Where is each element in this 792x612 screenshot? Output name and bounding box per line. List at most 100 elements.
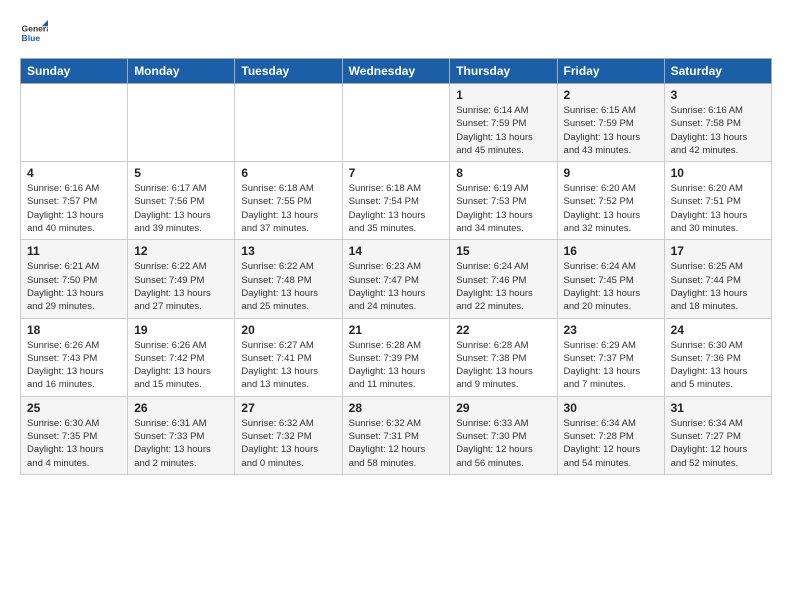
calendar-header-row: SundayMondayTuesdayWednesdayThursdayFrid… [21,59,772,84]
day-info: Sunrise: 6:28 AM Sunset: 7:38 PM Dayligh… [456,339,550,392]
calendar-cell: 26Sunrise: 6:31 AM Sunset: 7:33 PM Dayli… [128,396,235,474]
svg-text:Blue: Blue [22,33,41,43]
day-info: Sunrise: 6:34 AM Sunset: 7:28 PM Dayligh… [564,417,658,470]
calendar-cell: 1 Sunrise: 6:14 AM Sunset: 7:59 PM Daylig… [450,84,557,162]
day-info: Sunrise: 6:30 AM Sunset: 7:35 PM Dayligh… [27,417,121,470]
day-info: Sunrise: 6:21 AM Sunset: 7:50 PM Dayligh… [27,260,121,313]
day-number: 23 [564,323,658,337]
calendar-cell: 19 Sunrise: 6:26 AM Sunset: 7:42 PM Dayli… [128,318,235,396]
calendar-cell: 10 Sunrise: 6:20 AM Sunset: 7:51 PM Dayli… [664,162,771,240]
day-number: 22 [456,323,550,337]
calendar-cell: 14Sunrise: 6:23 AM Sunset: 7:47 PM Dayli… [342,240,450,318]
calendar-week-row: 18 Sunrise: 6:26 AM Sunset: 7:43 PM Dayli… [21,318,772,396]
day-info: Sunrise: 6:32 AM Sunset: 7:31 PM Dayligh… [349,417,444,470]
calendar-cell [21,84,128,162]
calendar-cell: 3Sunrise: 6:16 AM Sunset: 7:58 PM Daylig… [664,84,771,162]
day-number: 12 [134,244,228,258]
day-number: 25 [27,401,121,415]
day-info: Sunrise: 6:22 AM Sunset: 7:49 PM Dayligh… [134,260,228,313]
day-info: Sunrise: 6:30 AM Sunset: 7:36 PM Dayligh… [671,339,765,392]
day-number: 1 [456,88,550,102]
day-info: Sunrise: 6:26 AM Sunset: 7:42 PM Dayligh… [134,339,228,392]
day-info: Sunrise: 6:18 AM Sunset: 7:55 PM Dayligh… [241,182,335,235]
day-info: Sunrise: 6:31 AM Sunset: 7:33 PM Dayligh… [134,417,228,470]
day-number: 27 [241,401,335,415]
calendar-cell: 24Sunrise: 6:30 AM Sunset: 7:36 PM Dayli… [664,318,771,396]
calendar-week-row: 25 Sunrise: 6:30 AM Sunset: 7:35 PM Dayli… [21,396,772,474]
calendar-cell: 16Sunrise: 6:24 AM Sunset: 7:45 PM Dayli… [557,240,664,318]
day-info: Sunrise: 6:20 AM Sunset: 7:52 PM Dayligh… [564,182,658,235]
day-number: 29 [456,401,550,415]
day-info: Sunrise: 6:16 AM Sunset: 7:57 PM Dayligh… [27,182,121,235]
day-info: Sunrise: 6:26 AM Sunset: 7:43 PM Dayligh… [27,339,121,392]
calendar-cell: 12 Sunrise: 6:22 AM Sunset: 7:49 PM Dayli… [128,240,235,318]
day-number: 3 [671,88,765,102]
calendar-cell: 25 Sunrise: 6:30 AM Sunset: 7:35 PM Dayli… [21,396,128,474]
calendar-cell: 6 Sunrise: 6:18 AM Sunset: 7:55 PM Daylig… [235,162,342,240]
calendar-week-row: 11Sunrise: 6:21 AM Sunset: 7:50 PM Dayli… [21,240,772,318]
calendar-cell: 9 Sunrise: 6:20 AM Sunset: 7:52 PM Daylig… [557,162,664,240]
calendar-cell: 28 Sunrise: 6:32 AM Sunset: 7:31 PM Dayli… [342,396,450,474]
day-info: Sunrise: 6:18 AM Sunset: 7:54 PM Dayligh… [349,182,444,235]
calendar-cell: 27 Sunrise: 6:32 AM Sunset: 7:32 PM Dayli… [235,396,342,474]
calendar-cell [128,84,235,162]
day-info: Sunrise: 6:24 AM Sunset: 7:45 PM Dayligh… [564,260,658,313]
day-number: 6 [241,166,335,180]
page-header: General Blue [20,20,772,48]
calendar-cell: 4Sunrise: 6:16 AM Sunset: 7:57 PM Daylig… [21,162,128,240]
day-info: Sunrise: 6:23 AM Sunset: 7:47 PM Dayligh… [349,260,444,313]
calendar-cell: 7 Sunrise: 6:18 AM Sunset: 7:54 PM Daylig… [342,162,450,240]
day-info: Sunrise: 6:32 AM Sunset: 7:32 PM Dayligh… [241,417,335,470]
day-info: Sunrise: 6:25 AM Sunset: 7:44 PM Dayligh… [671,260,765,313]
logo: General Blue [20,20,48,48]
weekday-header-sunday: Sunday [21,59,128,84]
day-info: Sunrise: 6:27 AM Sunset: 7:41 PM Dayligh… [241,339,335,392]
logo-icon: General Blue [20,20,48,48]
weekday-header-thursday: Thursday [450,59,557,84]
day-info: Sunrise: 6:22 AM Sunset: 7:48 PM Dayligh… [241,260,335,313]
calendar-cell: 13Sunrise: 6:22 AM Sunset: 7:48 PM Dayli… [235,240,342,318]
day-number: 10 [671,166,765,180]
day-info: Sunrise: 6:19 AM Sunset: 7:53 PM Dayligh… [456,182,550,235]
weekday-header-saturday: Saturday [664,59,771,84]
day-number: 28 [349,401,444,415]
day-info: Sunrise: 6:24 AM Sunset: 7:46 PM Dayligh… [456,260,550,313]
day-number: 18 [27,323,121,337]
calendar-cell: 15 Sunrise: 6:24 AM Sunset: 7:46 PM Dayli… [450,240,557,318]
calendar-cell: 18 Sunrise: 6:26 AM Sunset: 7:43 PM Dayli… [21,318,128,396]
day-info: Sunrise: 6:15 AM Sunset: 7:59 PM Dayligh… [564,104,658,157]
calendar-cell: 29 Sunrise: 6:33 AM Sunset: 7:30 PM Dayli… [450,396,557,474]
day-number: 15 [456,244,550,258]
weekday-header-tuesday: Tuesday [235,59,342,84]
day-info: Sunrise: 6:34 AM Sunset: 7:27 PM Dayligh… [671,417,765,470]
calendar-cell [342,84,450,162]
calendar-cell: 21Sunrise: 6:28 AM Sunset: 7:39 PM Dayli… [342,318,450,396]
calendar-cell: 30Sunrise: 6:34 AM Sunset: 7:28 PM Dayli… [557,396,664,474]
day-info: Sunrise: 6:20 AM Sunset: 7:51 PM Dayligh… [671,182,765,235]
calendar-cell: 5Sunrise: 6:17 AM Sunset: 7:56 PM Daylig… [128,162,235,240]
day-info: Sunrise: 6:14 AM Sunset: 7:59 PM Dayligh… [456,104,550,157]
calendar-cell: 22 Sunrise: 6:28 AM Sunset: 7:38 PM Dayli… [450,318,557,396]
calendar-cell [235,84,342,162]
calendar-cell: 31 Sunrise: 6:34 AM Sunset: 7:27 PM Dayli… [664,396,771,474]
day-info: Sunrise: 6:17 AM Sunset: 7:56 PM Dayligh… [134,182,228,235]
calendar-week-row: 4Sunrise: 6:16 AM Sunset: 7:57 PM Daylig… [21,162,772,240]
day-info: Sunrise: 6:28 AM Sunset: 7:39 PM Dayligh… [349,339,444,392]
calendar-cell: 23 Sunrise: 6:29 AM Sunset: 7:37 PM Dayli… [557,318,664,396]
day-number: 31 [671,401,765,415]
day-number: 8 [456,166,550,180]
weekday-header-friday: Friday [557,59,664,84]
day-info: Sunrise: 6:29 AM Sunset: 7:37 PM Dayligh… [564,339,658,392]
day-number: 2 [564,88,658,102]
calendar-week-row: 1 Sunrise: 6:14 AM Sunset: 7:59 PM Daylig… [21,84,772,162]
day-info: Sunrise: 6:33 AM Sunset: 7:30 PM Dayligh… [456,417,550,470]
calendar-cell: 20Sunrise: 6:27 AM Sunset: 7:41 PM Dayli… [235,318,342,396]
day-number: 7 [349,166,444,180]
calendar-table: SundayMondayTuesdayWednesdayThursdayFrid… [20,58,772,475]
weekday-header-wednesday: Wednesday [342,59,450,84]
day-number: 9 [564,166,658,180]
day-number: 17 [671,244,765,258]
calendar-cell: 11Sunrise: 6:21 AM Sunset: 7:50 PM Dayli… [21,240,128,318]
calendar-cell: 8 Sunrise: 6:19 AM Sunset: 7:53 PM Daylig… [450,162,557,240]
day-number: 19 [134,323,228,337]
